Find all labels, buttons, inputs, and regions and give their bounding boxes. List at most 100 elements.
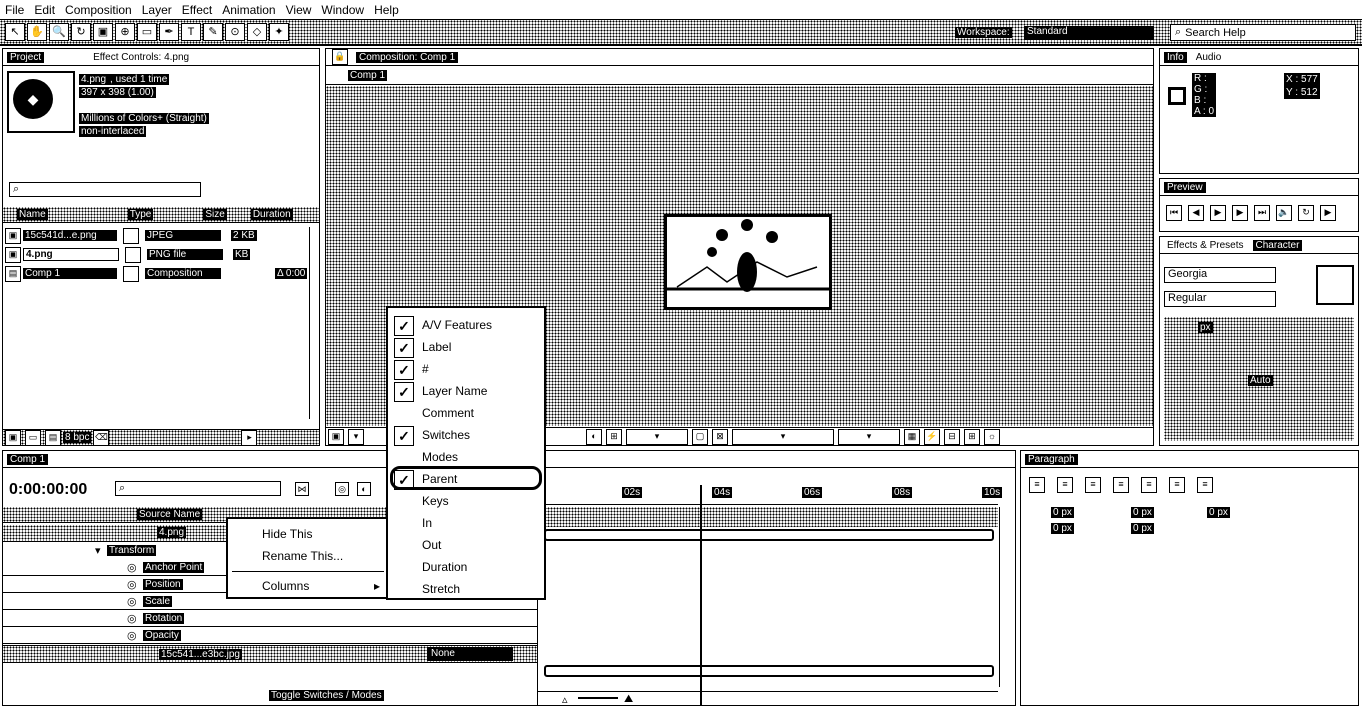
eraser-tool-icon[interactable]: ◇ xyxy=(247,23,267,41)
menu-effect[interactable]: Effect xyxy=(177,3,217,17)
menu-item-a-v-features[interactable]: A/V Features xyxy=(422,318,492,332)
snapshot-icon[interactable]: ◐ xyxy=(586,428,602,445)
tab-project[interactable]: Project xyxy=(7,51,45,63)
last-frame-icon[interactable]: ⏭ xyxy=(1254,205,1270,221)
magnification-icon[interactable]: ▾ xyxy=(348,428,364,445)
comp-breadcrumb[interactable]: Comp 1 xyxy=(348,70,388,81)
tab-composition[interactable]: Composition: Comp 1 xyxy=(356,51,459,63)
menu-item-keys[interactable]: Keys xyxy=(422,494,449,508)
property-row[interactable]: ◎ Opacity xyxy=(3,628,537,644)
always-preview-icon[interactable]: ▣ xyxy=(328,428,344,445)
label-color-icon[interactable] xyxy=(123,265,139,282)
toggle-pixel-aspect-icon[interactable]: ▦ xyxy=(904,428,920,445)
justify-center-icon[interactable]: ≡ xyxy=(1141,477,1157,493)
label-color-icon[interactable] xyxy=(123,227,139,244)
menu-item-hide-this[interactable]: Hide This xyxy=(262,527,312,541)
menu-edit[interactable]: Edit xyxy=(29,3,60,17)
project-scrollbar[interactable] xyxy=(309,227,319,419)
zoom-slider[interactable] xyxy=(578,697,618,699)
resolution-icon[interactable]: ⊞ xyxy=(606,428,622,445)
menu-composition[interactable]: Composition xyxy=(60,3,137,17)
stopwatch-icon[interactable]: ◎ xyxy=(127,612,137,625)
tab-audio[interactable]: Audio xyxy=(1193,52,1225,63)
motion-blur-icon[interactable]: ◐ xyxy=(357,482,371,496)
indent-right-value[interactable]: 0 px xyxy=(1131,507,1154,518)
align-right-icon[interactable]: ≡ xyxy=(1085,477,1101,493)
menu-item-layer-name[interactable]: Layer Name xyxy=(422,384,487,398)
tab-effects-presets[interactable]: Effects & Presets xyxy=(1164,240,1247,251)
indent-left-value[interactable]: 0 px xyxy=(1051,507,1074,518)
menu-help[interactable]: Help xyxy=(369,3,404,17)
hand-tool-icon[interactable]: ✋ xyxy=(27,23,47,41)
menu-item-comment[interactable]: Comment xyxy=(422,406,474,420)
font-family-select[interactable]: Georgia xyxy=(1164,267,1276,283)
align-left-icon[interactable]: ≡ xyxy=(1029,477,1045,493)
previous-frame-icon[interactable]: ◀ xyxy=(1188,205,1204,221)
indent-first-value[interactable]: 0 px xyxy=(1207,507,1230,518)
column-size[interactable]: Size xyxy=(203,209,227,220)
stopwatch-icon[interactable]: ◎ xyxy=(127,595,137,608)
menu-item-in[interactable]: In xyxy=(422,516,432,530)
menu-animation[interactable]: Animation xyxy=(217,3,280,17)
current-time-indicator[interactable] xyxy=(700,485,702,705)
work-area-bar[interactable] xyxy=(538,507,998,527)
puppet-tool-icon[interactable]: ✦ xyxy=(269,23,289,41)
font-size-unit[interactable]: px xyxy=(1198,322,1213,333)
transparency-grid-icon[interactable]: ⊠ xyxy=(712,428,728,445)
text-tool-icon[interactable]: T xyxy=(181,23,201,41)
ram-preview-icon[interactable]: ▶ xyxy=(1320,205,1336,221)
menu-item-label[interactable]: Label xyxy=(422,340,451,354)
pen-tool-icon[interactable]: ✒ xyxy=(159,23,179,41)
views-select[interactable]: ▾ xyxy=(838,428,900,445)
draft-3d-icon[interactable]: ◎ xyxy=(335,482,349,496)
camera-tool-icon[interactable]: ▣ xyxy=(93,23,113,41)
menu-item-out[interactable]: Out xyxy=(422,538,441,552)
exposure-icon[interactable]: ☼ xyxy=(984,428,1000,445)
label-color-icon[interactable] xyxy=(125,246,141,263)
comp-image-layer[interactable] xyxy=(664,214,832,310)
stopwatch-icon[interactable]: ◎ xyxy=(127,561,137,574)
menu-file[interactable]: File xyxy=(0,3,29,17)
loop-icon[interactable]: ↻ xyxy=(1298,205,1314,221)
toggle-switches-label[interactable]: Toggle Switches / Modes xyxy=(269,690,384,701)
leading-value[interactable]: Auto xyxy=(1248,375,1273,386)
menu-item-stretch[interactable]: Stretch xyxy=(422,582,460,596)
justify-left-icon[interactable]: ≡ xyxy=(1113,477,1129,493)
search-help-field[interactable]: ⌕ Search Help xyxy=(1170,24,1356,41)
stopwatch-icon[interactable]: ◎ xyxy=(127,578,137,591)
menu-item-columns[interactable]: Columns xyxy=(262,579,309,593)
zoom-out-icon[interactable]: ▵ xyxy=(562,693,568,706)
property-row[interactable]: ◎ Rotation xyxy=(3,611,537,627)
layer-row-2[interactable]: 15c541...e3bc.jpg None xyxy=(3,645,537,663)
region-of-interest-icon[interactable]: ▢ xyxy=(692,428,708,445)
column-duration[interactable]: Duration xyxy=(250,209,293,220)
space-after-value[interactable]: 0 px xyxy=(1131,523,1154,534)
menu-item-duration[interactable]: Duration xyxy=(422,560,467,574)
selection-tool-icon[interactable]: ↖ xyxy=(5,23,25,41)
scroll-right-icon[interactable]: ▸ xyxy=(241,429,258,446)
project-search-field[interactable]: ⌕ xyxy=(9,182,201,197)
camera-view-select[interactable]: ▾ xyxy=(732,428,834,445)
stopwatch-icon[interactable]: ◎ xyxy=(127,629,137,642)
play-icon[interactable]: ▶ xyxy=(1210,205,1226,221)
tab-info[interactable]: Info xyxy=(1164,51,1187,63)
chevron-down-icon[interactable]: ▾ xyxy=(95,544,101,557)
layer-1-duration-bar[interactable] xyxy=(544,529,994,541)
justify-all-icon[interactable]: ≡ xyxy=(1197,477,1213,493)
fast-previews-icon[interactable]: ⚡ xyxy=(924,428,940,445)
project-item[interactable]: ▣ 4.png PNG file KB xyxy=(3,246,309,263)
menu-window[interactable]: Window xyxy=(316,3,369,17)
flowchart-icon[interactable]: ⊞ xyxy=(964,428,980,445)
menu-item-rename-this[interactable]: Rename This... xyxy=(262,549,343,563)
font-style-select[interactable]: Regular xyxy=(1164,291,1276,307)
interpret-footage-icon[interactable]: ▣ xyxy=(5,429,21,446)
tab-preview[interactable]: Preview xyxy=(1164,181,1206,193)
align-center-icon[interactable]: ≡ xyxy=(1057,477,1073,493)
tab-effect-controls[interactable]: Effect Controls: 4.png xyxy=(90,52,192,63)
rotate-tool-icon[interactable]: ↻ xyxy=(71,23,91,41)
lock-icon[interactable]: 🔒 xyxy=(332,49,348,65)
timeline-track-area[interactable]: 02s 04s 06s 08s 10s ▵ ⛰ xyxy=(537,469,1003,706)
pan-behind-tool-icon[interactable]: ⊕ xyxy=(115,23,135,41)
next-frame-icon[interactable]: ▶ xyxy=(1232,205,1248,221)
new-composition-icon[interactable]: ▤ xyxy=(45,429,61,446)
